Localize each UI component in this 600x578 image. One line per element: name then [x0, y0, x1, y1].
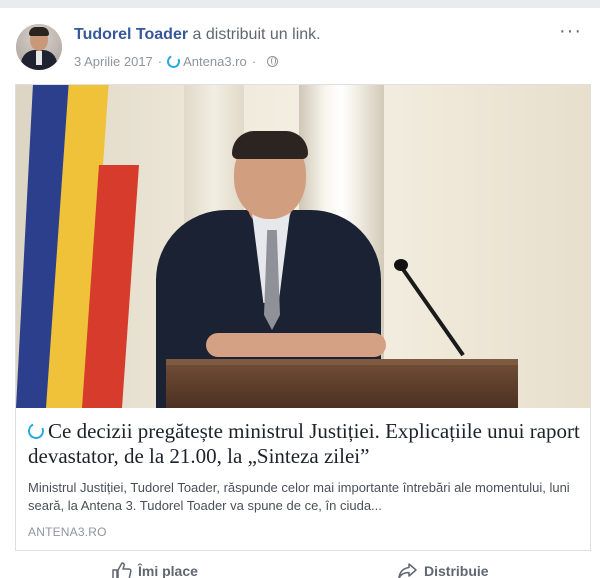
image-microphone — [394, 259, 408, 271]
antena3-logo-icon — [25, 420, 47, 442]
like-label: Îmi place — [138, 563, 198, 578]
thumbs-up-icon — [112, 562, 132, 578]
post-source[interactable]: Antena3.ro — [183, 54, 247, 69]
meta-separator-2: · — [251, 54, 257, 69]
link-image[interactable] — [16, 85, 590, 408]
post-headline: Tudorel Toader a distribuit un link. — [74, 26, 321, 44]
post-actions: Îmi place Distribuie — [0, 554, 600, 578]
author-name[interactable]: Tudorel Toader — [74, 26, 188, 43]
image-person-hands — [206, 333, 386, 357]
link-domain: ANTENA3.RO — [28, 525, 107, 539]
post-card: Tudorel Toader a distribuit un link. 3 A… — [0, 8, 600, 578]
post-header: Tudorel Toader a distribuit un link. 3 A… — [16, 21, 588, 72]
avatar-hair — [29, 27, 49, 36]
image-lectern — [166, 359, 518, 408]
avatar-shirt — [36, 51, 42, 65]
share-label: Distribuie — [424, 563, 489, 578]
link-description: Ministrul Justiției, Tudorel Toader, răs… — [28, 480, 570, 513]
link-title[interactable]: Ce decizii pregătește ministrul Justiție… — [28, 419, 580, 468]
meta-separator: · — [157, 54, 163, 69]
link-preview[interactable]: Ce decizii pregătește ministrul Justiție… — [15, 84, 591, 551]
author-avatar[interactable] — [16, 24, 62, 70]
more-options-icon[interactable]: ··· — [559, 21, 582, 41]
link-title-row[interactable]: Ce decizii pregătește ministrul Justiție… — [25, 419, 580, 469]
share-arrow-icon — [398, 563, 417, 578]
image-person-hair — [232, 131, 308, 159]
post-meta: 3 Aprilie 2017 · Antena3.ro · — [74, 53, 279, 70]
share-button[interactable]: Distribuie — [398, 562, 489, 578]
post-date[interactable]: 3 Aprilie 2017 — [74, 54, 153, 69]
post-action-text: a distribuit un link. — [192, 26, 321, 43]
like-button[interactable]: Îmi place — [112, 562, 198, 578]
antena3-icon — [165, 53, 182, 70]
globe-icon[interactable] — [267, 56, 279, 67]
